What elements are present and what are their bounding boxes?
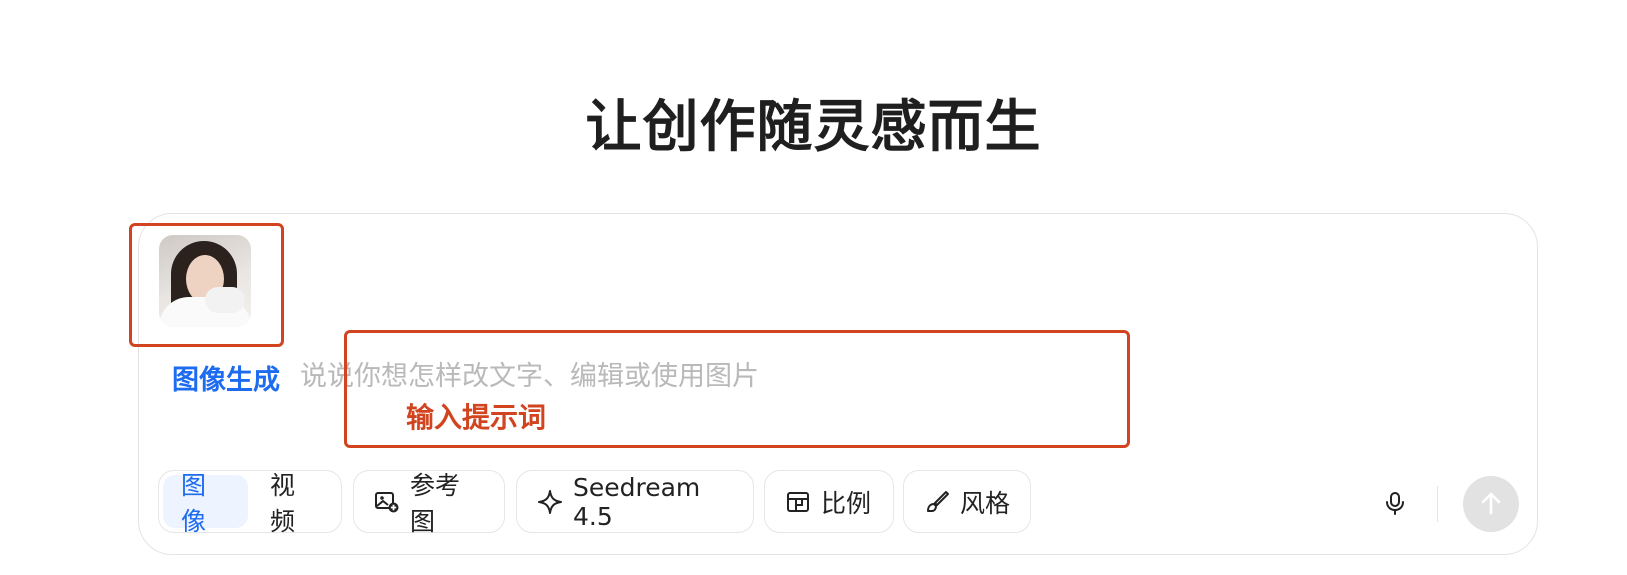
aspect-ratio-label: 比例 (821, 488, 872, 518)
aspect-ratio-icon (785, 489, 811, 515)
reference-image-label: 参考图 (410, 470, 461, 536)
microphone-button[interactable] (1380, 488, 1410, 518)
annotation-label: 输入提示词 (406, 401, 547, 434)
page-title: 让创作随灵感而生 (585, 95, 1042, 160)
mode-segmented-control: 图像 视频 (158, 470, 342, 536)
sparkle-icon (537, 489, 563, 515)
brush-icon (924, 489, 950, 515)
aspect-ratio-button[interactable]: 比例 (764, 470, 894, 533)
tab-image[interactable]: 图像 (163, 471, 248, 536)
page: 让创作随灵感而生 图像生成 输入提示词 图像 视频 参考图 (0, 0, 1627, 575)
model-select-button[interactable]: Seedream 4.5 (516, 470, 754, 533)
toolbar-divider (1437, 486, 1438, 522)
style-button[interactable]: 风格 (903, 470, 1031, 533)
send-button[interactable] (1463, 476, 1519, 532)
annotation-box-reference-image (129, 223, 284, 347)
microphone-icon (1382, 490, 1408, 516)
reference-image-button[interactable]: 参考图 (353, 470, 505, 536)
arrow-up-icon (1478, 491, 1504, 517)
add-image-icon (374, 489, 400, 515)
tab-video[interactable]: 视频 (252, 471, 337, 536)
mode-label: 图像生成 (172, 365, 280, 396)
model-label: Seedream 4.5 (573, 472, 701, 531)
style-label: 风格 (960, 488, 1011, 518)
